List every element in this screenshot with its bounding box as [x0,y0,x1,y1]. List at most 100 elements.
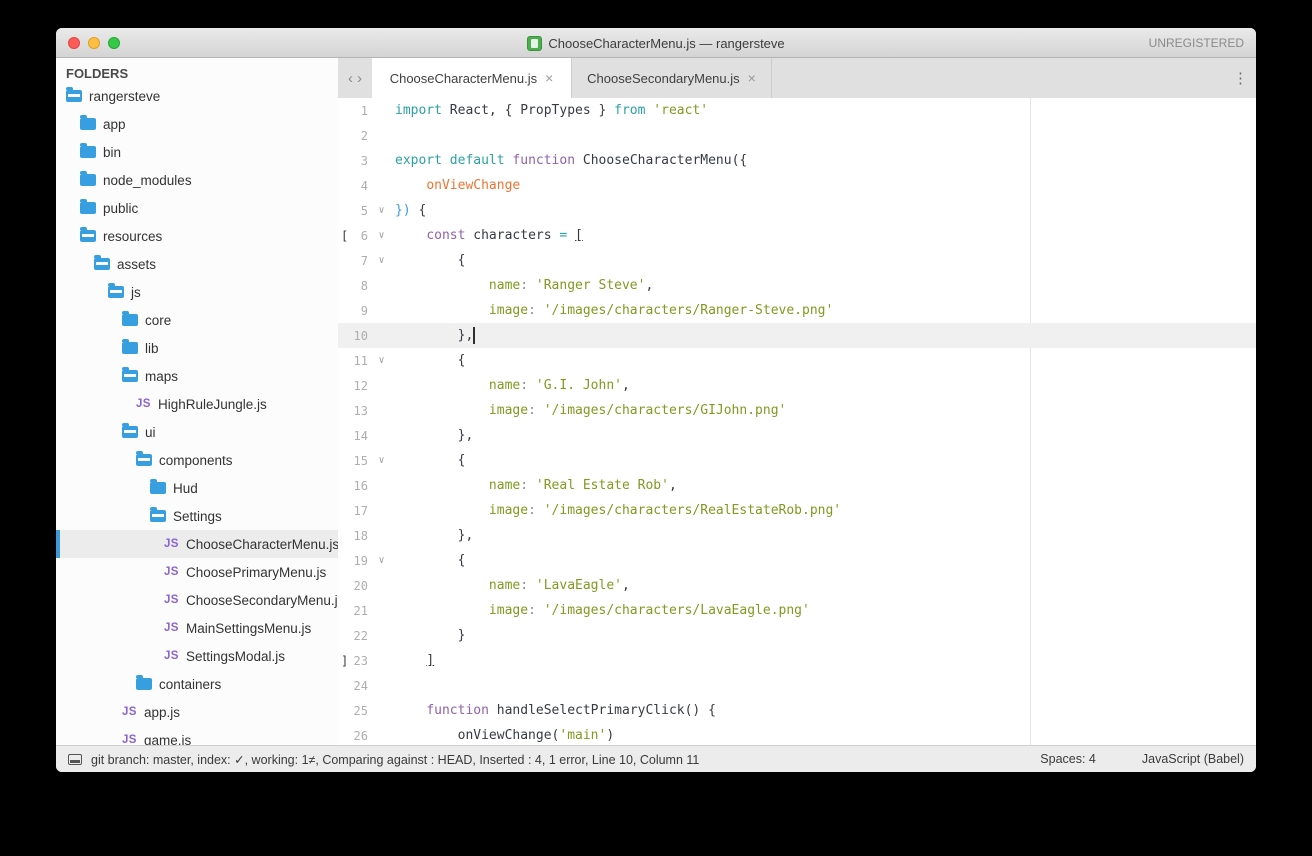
code-line-20[interactable]: 20 name: 'LavaEagle', [338,573,1256,598]
sidebar-item-assets[interactable]: assets [56,250,338,278]
tab-forward-icon[interactable]: › [357,70,362,87]
line-number[interactable]: 20 [348,579,368,593]
sidebar-item-highrulejungle-js[interactable]: JSHighRuleJungle.js [56,390,338,418]
code-line-18[interactable]: 18 }, [338,523,1256,548]
fold-arrow-icon[interactable]: ∨ [368,205,395,216]
line-number[interactable]: 3 [348,154,368,168]
sidebar-item-components[interactable]: components [56,446,338,474]
line-number[interactable]: 25 [348,704,368,718]
line-number[interactable]: 22 [348,629,368,643]
fold-arrow-icon[interactable]: ∨ [368,555,395,566]
sidebar-item-label: core [145,313,171,328]
sidebar-item-choosesecondarymenu-js[interactable]: JSChooseSecondaryMenu.js [56,586,338,614]
line-number[interactable]: 23 [348,654,368,668]
sidebar-item-core[interactable]: core [56,306,338,334]
sidebar-item-hud[interactable]: Hud [56,474,338,502]
code-line-9[interactable]: 9 image: '/images/characters/Ranger-Stev… [338,298,1256,323]
tab-back-icon[interactable]: ‹ [348,70,353,87]
panel-toggle-icon[interactable] [68,754,82,765]
code-line-7[interactable]: 7∨ { [338,248,1256,273]
sidebar-item-rangersteve[interactable]: rangersteve [56,82,338,110]
line-number[interactable]: 21 [348,604,368,618]
git-status-text[interactable]: git branch: master, index: ✓, working: 1… [91,752,699,767]
code-line-8[interactable]: 8 name: 'Ranger Steve', [338,273,1256,298]
sidebar-item-resources[interactable]: resources [56,222,338,250]
line-number[interactable]: 13 [348,404,368,418]
code-line-24[interactable]: 24 [338,673,1256,698]
code-line-16[interactable]: 16 name: 'Real Estate Rob', [338,473,1256,498]
line-number[interactable]: 16 [348,479,368,493]
tab-close-icon[interactable]: × [545,70,553,86]
code-line-11[interactable]: 11∨ { [338,348,1256,373]
line-number[interactable]: 9 [348,304,368,318]
code-editor[interactable]: 1import React, { PropTypes } from 'react… [338,98,1256,745]
code-line-4[interactable]: 4 onViewChange [338,173,1256,198]
code-line-22[interactable]: 22 } [338,623,1256,648]
code-line-13[interactable]: 13 image: '/images/characters/GIJohn.png… [338,398,1256,423]
sidebar-item-settings[interactable]: Settings [56,502,338,530]
code-line-10[interactable]: 10 }, [338,323,1256,348]
sidebar-item-lib[interactable]: lib [56,334,338,362]
line-number[interactable]: 17 [348,504,368,518]
sidebar-item-mainsettingsmenu-js[interactable]: JSMainSettingsMenu.js [56,614,338,642]
line-number[interactable]: 2 [348,129,368,143]
indentation-setting[interactable]: Spaces: 4 [1040,752,1096,766]
line-number[interactable]: 19 [348,554,368,568]
line-number[interactable]: 18 [348,529,368,543]
code-line-21[interactable]: 21 image: '/images/characters/LavaEagle.… [338,598,1256,623]
line-number[interactable]: 11 [348,354,368,368]
folder-icon [80,202,96,214]
code-line-3[interactable]: 3export default function ChooseCharacter… [338,148,1256,173]
code-line-25[interactable]: 25 function handleSelectPrimaryClick() { [338,698,1256,723]
sidebar-item-bin[interactable]: bin [56,138,338,166]
code-line-15[interactable]: 15∨ { [338,448,1256,473]
code-line-17[interactable]: 17 image: '/images/characters/RealEstate… [338,498,1256,523]
code-text: { [395,353,465,368]
tab-overflow-icon[interactable]: ⋮ [1233,58,1248,98]
sidebar-item-containers[interactable]: containers [56,670,338,698]
sidebar-item-ui[interactable]: ui [56,418,338,446]
sidebar-item-node-modules[interactable]: node_modules [56,166,338,194]
line-number[interactable]: 12 [348,379,368,393]
code-line-5[interactable]: 5∨}) { [338,198,1256,223]
code-line-19[interactable]: 19∨ { [338,548,1256,573]
sidebar-item-choosecharactermenu-js[interactable]: JSChooseCharacterMenu.js [56,530,338,558]
sidebar-item-chooseprimarymenu-js[interactable]: JSChoosePrimaryMenu.js [56,558,338,586]
fold-arrow-icon[interactable]: ∨ [368,230,395,241]
line-number[interactable]: 15 [348,454,368,468]
line-number[interactable]: 10 [348,329,368,343]
syntax-setting[interactable]: JavaScript (Babel) [1142,752,1244,766]
sidebar-item-game-js[interactable]: JSgame.js [56,726,338,745]
code-line-2[interactable]: 2 [338,123,1256,148]
line-number[interactable]: 7 [348,254,368,268]
line-number[interactable]: 24 [348,679,368,693]
code-line-6[interactable]: [6∨ const characters = [ [338,223,1256,248]
sidebar-item-settingsmodal-js[interactable]: JSSettingsModal.js [56,642,338,670]
line-number[interactable]: 8 [348,279,368,293]
line-number[interactable]: 4 [348,179,368,193]
line-number[interactable]: 6 [348,229,368,243]
code-text: const characters = [ [395,228,583,243]
line-number[interactable]: 14 [348,429,368,443]
sidebar-item-js[interactable]: js [56,278,338,306]
code-line-23[interactable]: ]23 ] [338,648,1256,673]
line-number[interactable]: 1 [348,104,368,118]
fold-arrow-icon[interactable]: ∨ [368,355,395,366]
code-line-12[interactable]: 12 name: 'G.I. John', [338,373,1256,398]
sidebar-item-maps[interactable]: maps [56,362,338,390]
code-line-26[interactable]: 26 onViewChange('main') [338,723,1256,745]
line-number[interactable]: 5 [348,204,368,218]
code-line-14[interactable]: 14 }, [338,423,1256,448]
tab-choosesecondarymenu-js[interactable]: ChooseSecondaryMenu.js× [572,58,772,98]
sidebar-item-public[interactable]: public [56,194,338,222]
line-number[interactable]: 26 [348,729,368,743]
tab-close-icon[interactable]: × [748,70,756,86]
fold-arrow-icon[interactable]: ∨ [368,255,395,266]
tab-choosecharactermenu-js[interactable]: ChooseCharacterMenu.js× [372,58,572,98]
tab-bar: ‹ › ChooseCharacterMenu.js×ChooseSeconda… [338,58,1256,98]
sidebar-item-app[interactable]: app [56,110,338,138]
code-line-1[interactable]: 1import React, { PropTypes } from 'react… [338,98,1256,123]
sidebar-item-app-js[interactable]: JSapp.js [56,698,338,726]
code-text: }, [395,428,473,443]
fold-arrow-icon[interactable]: ∨ [368,455,395,466]
